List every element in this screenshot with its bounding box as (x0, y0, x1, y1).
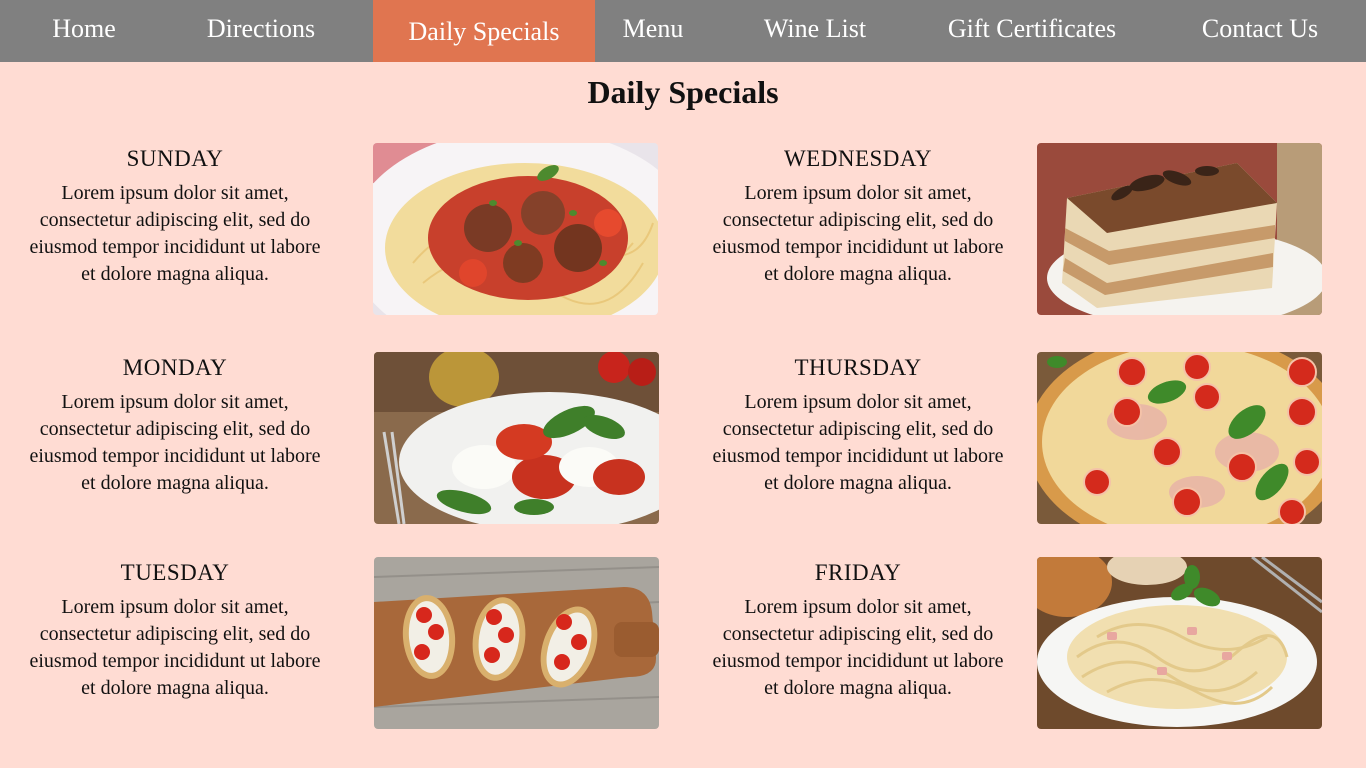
food-image-pizza (1037, 352, 1322, 524)
nav-directions[interactable]: Directions (172, 0, 350, 62)
food-image-caprese-salad (374, 352, 659, 524)
food-image-bruschetta (374, 557, 659, 729)
special-wednesday: WEDNESDAY Lorem ipsum dolor sit amet, co… (708, 144, 1008, 288)
day-name: WEDNESDAY (783, 146, 933, 171)
page-title: Daily Specials (587, 74, 779, 110)
special-sunday: SUNDAY Lorem ipsum dolor sit amet, conse… (25, 144, 325, 288)
food-image-fettuccine-alfredo (1037, 557, 1322, 729)
day-description: Lorem ipsum dolor sit amet, consectetur … (29, 596, 321, 699)
day-name: THURSDAY (794, 355, 922, 380)
day-name: SUNDAY (126, 146, 224, 171)
nav-wine-list[interactable]: Wine List (740, 0, 890, 62)
nav-home[interactable]: Home (0, 0, 168, 62)
nav-menu[interactable]: Menu (600, 0, 706, 62)
day-name: TUESDAY (120, 560, 230, 585)
day-description: Lorem ipsum dolor sit amet, consectetur … (712, 182, 1004, 285)
special-tuesday: TUESDAY Lorem ipsum dolor sit amet, cons… (25, 558, 325, 702)
day-name: FRIDAY (814, 560, 902, 585)
food-image-tiramisu (1037, 143, 1322, 315)
nav-daily-specials[interactable]: Daily Specials (373, 0, 595, 62)
nav-gift-certificates[interactable]: Gift Certificates (925, 0, 1139, 62)
main-nav: Home Directions Daily Specials Menu Wine… (0, 0, 1366, 62)
day-description: Lorem ipsum dolor sit amet, consectetur … (29, 182, 321, 285)
special-monday: MONDAY Lorem ipsum dolor sit amet, conse… (25, 353, 325, 497)
day-description: Lorem ipsum dolor sit amet, consectetur … (712, 391, 1004, 494)
day-description: Lorem ipsum dolor sit amet, consectetur … (712, 596, 1004, 699)
special-thursday: THURSDAY Lorem ipsum dolor sit amet, con… (708, 353, 1008, 497)
special-friday: FRIDAY Lorem ipsum dolor sit amet, conse… (708, 558, 1008, 702)
food-image-spaghetti-meatballs (373, 143, 658, 315)
day-name: MONDAY (122, 355, 228, 380)
day-description: Lorem ipsum dolor sit amet, consectetur … (29, 391, 321, 494)
nav-contact-us[interactable]: Contact Us (1180, 0, 1340, 62)
